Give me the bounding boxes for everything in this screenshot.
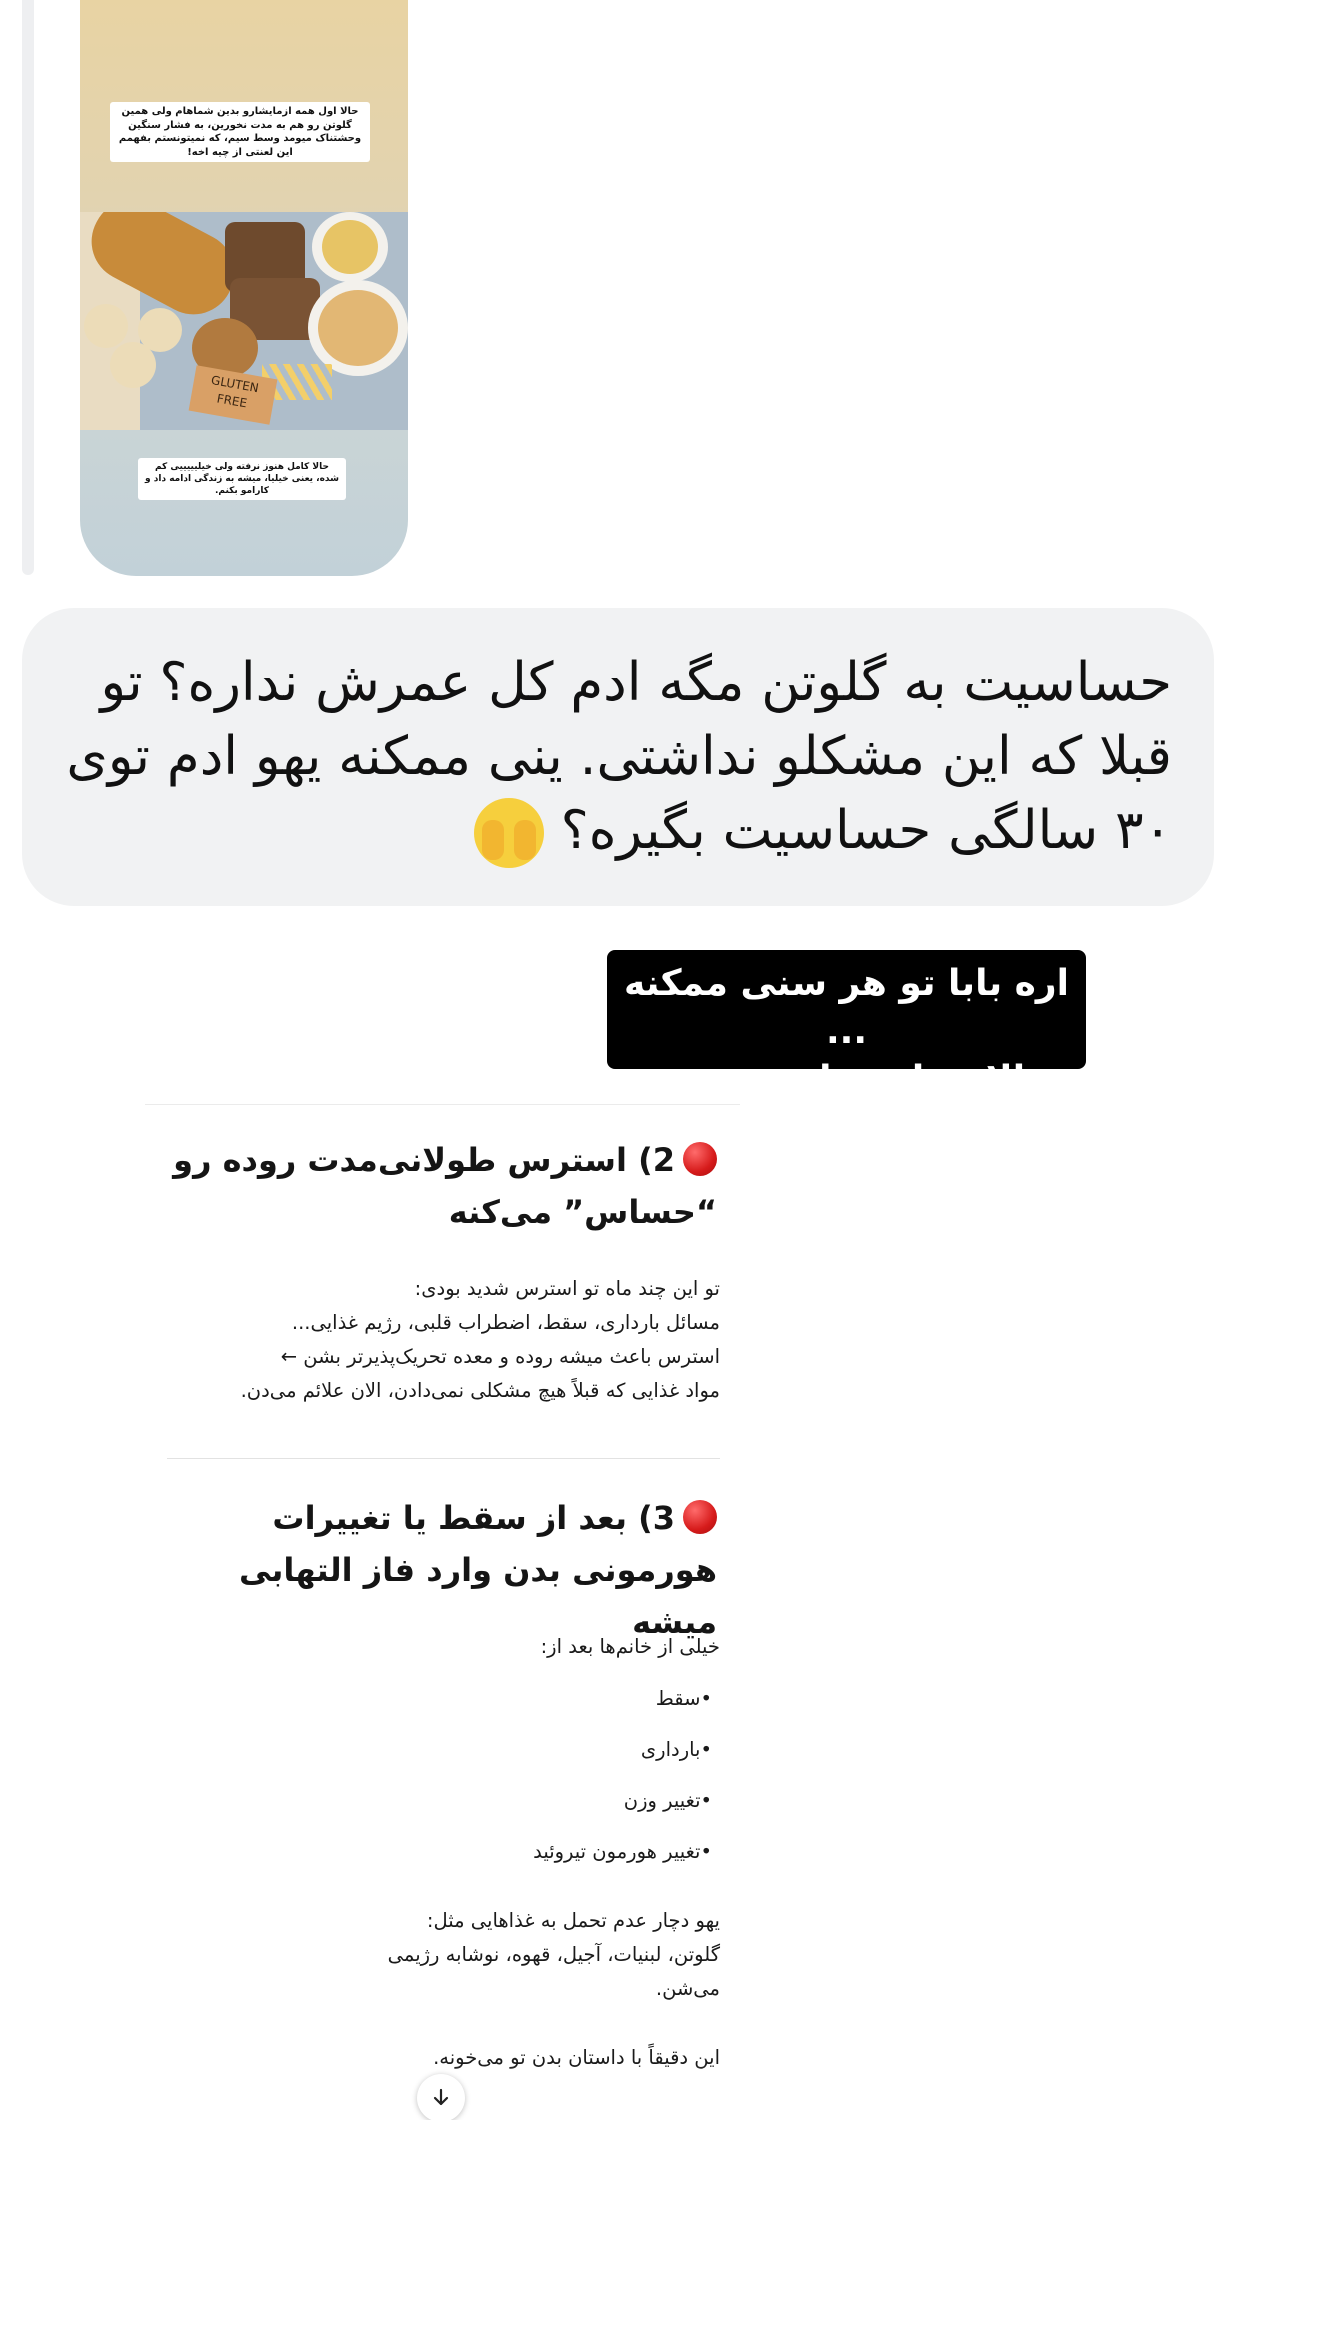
red-circle-icon [683, 1500, 717, 1534]
red-circle-icon [683, 1142, 717, 1176]
face-with-hands-over-eyes-icon [473, 798, 544, 869]
reply-indicator-bar [22, 0, 34, 575]
received-message-bubble[interactable]: حساسیت به گلوتن مگه ادم کل عمرش نداره؟ ت… [22, 608, 1214, 906]
shared-article-screenshot[interactable]: 2) استرس طولانی‌مدت روده رو “حساس” می‌کن… [145, 1104, 740, 2120]
reply-text-card[interactable]: اره بابا تو هر سنی ممکنه ... الان دارم ر… [607, 950, 1086, 1148]
story-caption-top: حالا اول همه ازمایشارو بدین شماهام ولی ه… [110, 102, 370, 162]
bullet-item: •تغییر وزن [623, 1789, 712, 1812]
shared-story-thumbnail[interactable]: حالا اول همه ازمایشارو بدین شماهام ولی ه… [80, 0, 408, 576]
bullet-item: •بارداری [640, 1738, 712, 1761]
article-top-divider [145, 1104, 740, 1105]
gluten-free-food-photo: GLUTEN FREE [80, 212, 408, 430]
scroll-down-button[interactable] [417, 2074, 465, 2120]
arrow-down-icon [433, 2088, 449, 2106]
section-3-heading: 3) بعد از سقط یا تغییرات هورمونی بدن وار… [239, 1499, 717, 1641]
message-text: حساسیت به گلوتن مگه ادم کل عمرش نداره؟ ت… [62, 646, 1172, 869]
bullet-item: •سقط [655, 1687, 712, 1710]
section-divider [167, 1458, 720, 1459]
reply-line-1: اره بابا تو هر سنی ممکنه ... [624, 963, 1069, 1052]
story-caption-bottom: حالا کامل هنوز نرفته ولی خیلیییییی کم شد… [138, 458, 346, 501]
section-3-paragraph: یهو دچار عدم تحمل به غذاهایی مثل: گلوتن،… [387, 1909, 720, 2000]
section-2-heading: 2) استرس طولانی‌مدت روده رو “حساس” می‌کن… [173, 1141, 717, 1231]
section-2-body: تو این چند ماه تو استرس شدید بودی: مسائل… [240, 1277, 720, 1402]
bullet-item: •تغییر هورمون تیروئید [533, 1840, 712, 1863]
section-3-intro: خیلی از خانم‌ها بعد از: [540, 1635, 720, 1658]
